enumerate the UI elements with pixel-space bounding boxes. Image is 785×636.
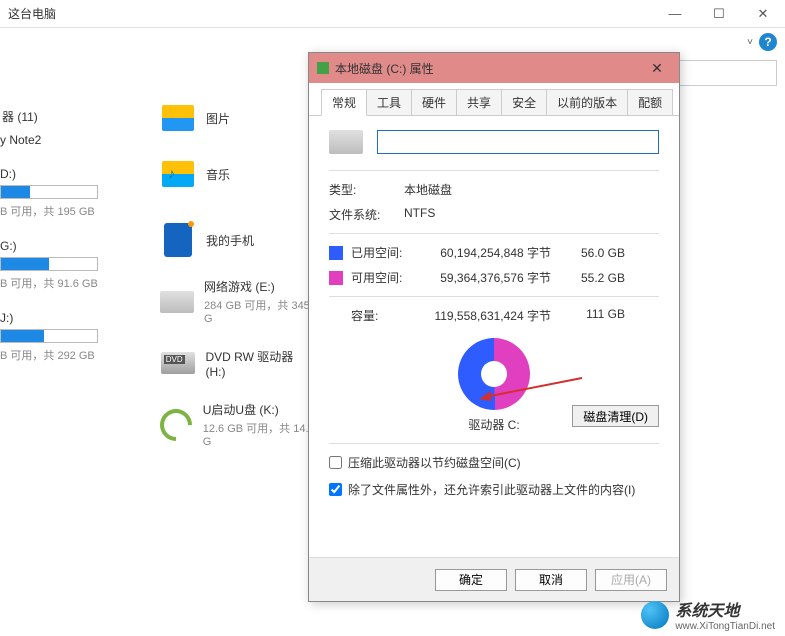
disk-cleanup-button[interactable]: 磁盘清理(D) <box>572 405 659 427</box>
free-swatch <box>329 271 343 285</box>
used-label: 已用空间: <box>351 244 411 261</box>
tab-tools[interactable]: 工具 <box>366 89 412 115</box>
annotation-arrow <box>477 373 587 403</box>
free-label: 可用空间: <box>351 269 411 286</box>
drive-name-input[interactable] <box>377 130 659 154</box>
dialog-footer: 确定 取消 应用(A) <box>309 557 679 601</box>
tab-previous[interactable]: 以前的版本 <box>546 89 628 115</box>
usage-bar <box>0 329 98 343</box>
used-bytes: 60,194,254,848 字节 <box>411 244 551 261</box>
cap-label: 容量: <box>351 307 411 324</box>
dialog-title: 本地磁盘 (C:) 属性 <box>335 60 434 77</box>
free-bytes: 59,364,376,576 字节 <box>411 269 551 286</box>
ok-button[interactable]: 确定 <box>435 569 507 591</box>
tab-sharing[interactable]: 共享 <box>456 89 502 115</box>
device-usb[interactable]: U启动U盘 (K:) 12.6 GB 可用，共 14.4 G <box>160 401 315 448</box>
main-titlebar: 这台电脑 — ☐ ✕ <box>0 0 785 28</box>
drive-large-icon <box>329 130 363 154</box>
list-item[interactable]: G:) B 可用，共 91.6 GB <box>0 239 140 291</box>
minimize-button[interactable]: — <box>653 0 697 28</box>
tab-hardware[interactable]: 硬件 <box>411 89 457 115</box>
cap-gb: 111 GB <box>565 307 625 324</box>
compress-checkbox-row[interactable]: 压缩此驱动器以节约磁盘空间(C) <box>329 454 659 471</box>
folder-pictures[interactable]: 图片 <box>160 100 315 136</box>
section-header: 器 (11) <box>2 108 140 125</box>
type-label: 类型: <box>329 181 404 198</box>
chevron-down-icon[interactable]: ˅ <box>747 37 753 48</box>
fs-value: NTFS <box>404 206 435 223</box>
help-icon[interactable]: ? <box>759 33 777 51</box>
list-item[interactable]: y Note2 <box>0 133 140 147</box>
dialog-close-button[interactable]: ✕ <box>635 53 679 83</box>
tab-security[interactable]: 安全 <box>501 89 547 115</box>
folder-music[interactable]: 音乐 <box>160 156 315 192</box>
list-item[interactable]: D:) B 可用，共 195 GB <box>0 167 140 219</box>
tab-strip: 常规 工具 硬件 共享 安全 以前的版本 配额 <box>309 83 679 116</box>
used-swatch <box>329 246 343 260</box>
close-button[interactable]: ✕ <box>741 0 785 28</box>
watermark: 系统天地 www.XiTongTianDi.net <box>641 597 775 632</box>
fs-label: 文件系统: <box>329 206 404 223</box>
tab-general[interactable]: 常规 <box>321 89 367 116</box>
dvd-icon <box>161 352 195 374</box>
phone-icon <box>164 223 192 257</box>
cap-bytes: 119,558,631,424 字节 <box>411 307 551 324</box>
free-gb: 55.2 GB <box>565 271 625 285</box>
compress-checkbox[interactable] <box>329 456 342 469</box>
window-title: 这台电脑 <box>8 5 56 22</box>
cancel-button[interactable]: 取消 <box>515 569 587 591</box>
music-icon <box>162 161 194 187</box>
dialog-titlebar[interactable]: 本地磁盘 (C:) 属性 ✕ <box>309 53 679 83</box>
properties-dialog: 本地磁盘 (C:) 属性 ✕ 常规 工具 硬件 共享 安全 以前的版本 配额 类… <box>308 52 680 602</box>
list-item[interactable]: J:) B 可用，共 292 GB <box>0 311 140 363</box>
apply-button[interactable]: 应用(A) <box>595 569 667 591</box>
drive-icon <box>160 291 194 313</box>
usage-bar <box>0 185 98 199</box>
usb-icon <box>154 402 199 447</box>
drive-small-icon <box>317 62 329 74</box>
pictures-icon <box>162 105 194 131</box>
drive-caption: 驱动器 C: <box>458 416 530 433</box>
device-phone[interactable]: 我的手机 <box>160 222 315 258</box>
watermark-icon <box>641 601 669 629</box>
device-drive[interactable]: 网络游戏 (E:) 284 GB 可用，共 345 G <box>160 278 315 325</box>
tab-quota[interactable]: 配额 <box>627 89 673 115</box>
watermark-name: 系统天地 <box>675 603 739 620</box>
maximize-button[interactable]: ☐ <box>697 0 741 28</box>
watermark-url: www.XiTongTianDi.net <box>675 621 775 632</box>
type-value: 本地磁盘 <box>404 181 452 198</box>
used-gb: 56.0 GB <box>565 246 625 260</box>
index-checkbox[interactable] <box>329 483 342 496</box>
device-dvd[interactable]: DVD RW 驱动器 (H:) <box>160 345 315 381</box>
usage-bar <box>0 257 98 271</box>
index-checkbox-row[interactable]: 除了文件属性外，还允许索引此驱动器上文件的内容(I) <box>329 481 659 498</box>
